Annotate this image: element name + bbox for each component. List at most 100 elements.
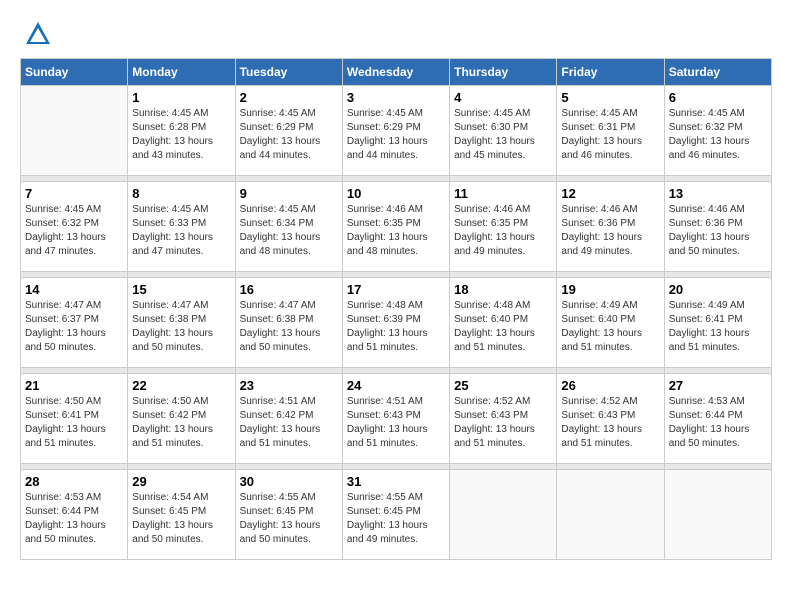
day-of-week-header: Friday bbox=[557, 59, 664, 86]
day-sun-info: Sunrise: 4:45 AMSunset: 6:33 PMDaylight:… bbox=[132, 203, 230, 259]
day-sun-info: Sunrise: 4:50 AMSunset: 6:41 PMDaylight:… bbox=[25, 395, 123, 451]
day-sun-info: Sunrise: 4:50 AMSunset: 6:42 PMDaylight:… bbox=[132, 395, 230, 451]
day-sun-info: Sunrise: 4:46 AMSunset: 6:36 PMDaylight:… bbox=[669, 203, 767, 259]
page-header bbox=[20, 20, 772, 48]
calendar-day-cell: 12 Sunrise: 4:46 AMSunset: 6:36 PMDayligh… bbox=[557, 182, 664, 272]
calendar-day-cell: 2 Sunrise: 4:45 AMSunset: 6:29 PMDaylight… bbox=[235, 86, 342, 176]
calendar-day-cell: 30 Sunrise: 4:55 AMSunset: 6:45 PMDayligh… bbox=[235, 470, 342, 560]
day-sun-info: Sunrise: 4:48 AMSunset: 6:39 PMDaylight:… bbox=[347, 299, 445, 355]
calendar-day-cell: 26 Sunrise: 4:52 AMSunset: 6:43 PMDayligh… bbox=[557, 374, 664, 464]
day-of-week-header: Monday bbox=[128, 59, 235, 86]
day-sun-info: Sunrise: 4:45 AMSunset: 6:28 PMDaylight:… bbox=[132, 107, 230, 163]
day-sun-info: Sunrise: 4:47 AMSunset: 6:38 PMDaylight:… bbox=[132, 299, 230, 355]
day-sun-info: Sunrise: 4:46 AMSunset: 6:35 PMDaylight:… bbox=[454, 203, 552, 259]
day-sun-info: Sunrise: 4:54 AMSunset: 6:45 PMDaylight:… bbox=[132, 491, 230, 547]
day-sun-info: Sunrise: 4:46 AMSunset: 6:35 PMDaylight:… bbox=[347, 203, 445, 259]
day-sun-info: Sunrise: 4:48 AMSunset: 6:40 PMDaylight:… bbox=[454, 299, 552, 355]
day-sun-info: Sunrise: 4:55 AMSunset: 6:45 PMDaylight:… bbox=[347, 491, 445, 547]
logo bbox=[20, 20, 52, 48]
day-sun-info: Sunrise: 4:45 AMSunset: 6:29 PMDaylight:… bbox=[240, 107, 338, 163]
calendar-week-row: 28 Sunrise: 4:53 AMSunset: 6:44 PMDayligh… bbox=[21, 470, 772, 560]
day-of-week-header: Saturday bbox=[664, 59, 771, 86]
day-sun-info: Sunrise: 4:45 AMSunset: 6:31 PMDaylight:… bbox=[561, 107, 659, 163]
day-number: 12 bbox=[561, 186, 659, 201]
calendar-day-cell: 22 Sunrise: 4:50 AMSunset: 6:42 PMDayligh… bbox=[128, 374, 235, 464]
day-sun-info: Sunrise: 4:45 AMSunset: 6:30 PMDaylight:… bbox=[454, 107, 552, 163]
calendar-day-cell: 17 Sunrise: 4:48 AMSunset: 6:39 PMDayligh… bbox=[342, 278, 449, 368]
day-sun-info: Sunrise: 4:55 AMSunset: 6:45 PMDaylight:… bbox=[240, 491, 338, 547]
day-sun-info: Sunrise: 4:53 AMSunset: 6:44 PMDaylight:… bbox=[25, 491, 123, 547]
day-sun-info: Sunrise: 4:51 AMSunset: 6:43 PMDaylight:… bbox=[347, 395, 445, 451]
day-of-week-header: Sunday bbox=[21, 59, 128, 86]
day-number: 19 bbox=[561, 282, 659, 297]
calendar-day-cell: 18 Sunrise: 4:48 AMSunset: 6:40 PMDayligh… bbox=[450, 278, 557, 368]
calendar-day-cell: 28 Sunrise: 4:53 AMSunset: 6:44 PMDayligh… bbox=[21, 470, 128, 560]
day-number: 30 bbox=[240, 474, 338, 489]
calendar-day-cell: 9Sunrise: 4:45 AMSunset: 6:34 PMDaylight… bbox=[235, 182, 342, 272]
day-number: 24 bbox=[347, 378, 445, 393]
calendar-day-cell: 20 Sunrise: 4:49 AMSunset: 6:41 PMDayligh… bbox=[664, 278, 771, 368]
day-number: 23 bbox=[240, 378, 338, 393]
calendar-day-cell: 1Sunrise: 4:45 AMSunset: 6:28 PMDaylight… bbox=[128, 86, 235, 176]
calendar-day-cell: 16Sunrise: 4:47 AMSunset: 6:38 PMDayligh… bbox=[235, 278, 342, 368]
calendar-day-cell bbox=[664, 470, 771, 560]
calendar-day-cell: 5Sunrise: 4:45 AMSunset: 6:31 PMDaylight… bbox=[557, 86, 664, 176]
day-number: 8 bbox=[132, 186, 230, 201]
day-sun-info: Sunrise: 4:47 AMSunset: 6:38 PMDaylight:… bbox=[240, 299, 338, 355]
calendar-day-cell: 7Sunrise: 4:45 AMSunset: 6:32 PMDaylight… bbox=[21, 182, 128, 272]
day-sun-info: Sunrise: 4:47 AMSunset: 6:37 PMDaylight:… bbox=[25, 299, 123, 355]
day-number: 22 bbox=[132, 378, 230, 393]
calendar-day-cell bbox=[21, 86, 128, 176]
day-number: 28 bbox=[25, 474, 123, 489]
calendar-header-row: SundayMondayTuesdayWednesdayThursdayFrid… bbox=[21, 59, 772, 86]
day-sun-info: Sunrise: 4:45 AMSunset: 6:32 PMDaylight:… bbox=[25, 203, 123, 259]
calendar-day-cell: 11 Sunrise: 4:46 AMSunset: 6:35 PMDayligh… bbox=[450, 182, 557, 272]
calendar-week-row: 14Sunrise: 4:47 AMSunset: 6:37 PMDayligh… bbox=[21, 278, 772, 368]
calendar-week-row: 21Sunrise: 4:50 AMSunset: 6:41 PMDayligh… bbox=[21, 374, 772, 464]
day-sun-info: Sunrise: 4:45 AMSunset: 6:29 PMDaylight:… bbox=[347, 107, 445, 163]
day-number: 2 bbox=[240, 90, 338, 105]
day-sun-info: Sunrise: 4:45 AMSunset: 6:34 PMDaylight:… bbox=[240, 203, 338, 259]
day-number: 11 bbox=[454, 186, 552, 201]
calendar-day-cell: 25Sunrise: 4:52 AMSunset: 6:43 PMDayligh… bbox=[450, 374, 557, 464]
calendar-day-cell: 19 Sunrise: 4:49 AMSunset: 6:40 PMDayligh… bbox=[557, 278, 664, 368]
day-sun-info: Sunrise: 4:49 AMSunset: 6:40 PMDaylight:… bbox=[561, 299, 659, 355]
day-number: 3 bbox=[347, 90, 445, 105]
calendar-day-cell: 31 Sunrise: 4:55 AMSunset: 6:45 PMDayligh… bbox=[342, 470, 449, 560]
day-number: 31 bbox=[347, 474, 445, 489]
calendar-day-cell: 23 Sunrise: 4:51 AMSunset: 6:42 PMDayligh… bbox=[235, 374, 342, 464]
day-sun-info: Sunrise: 4:45 AMSunset: 6:32 PMDaylight:… bbox=[669, 107, 767, 163]
day-sun-info: Sunrise: 4:52 AMSunset: 6:43 PMDaylight:… bbox=[454, 395, 552, 451]
calendar-week-row: 7Sunrise: 4:45 AMSunset: 6:32 PMDaylight… bbox=[21, 182, 772, 272]
day-sun-info: Sunrise: 4:52 AMSunset: 6:43 PMDaylight:… bbox=[561, 395, 659, 451]
day-number: 27 bbox=[669, 378, 767, 393]
calendar-day-cell: 6 Sunrise: 4:45 AMSunset: 6:32 PMDaylight… bbox=[664, 86, 771, 176]
calendar-day-cell: 3 Sunrise: 4:45 AMSunset: 6:29 PMDaylight… bbox=[342, 86, 449, 176]
calendar-day-cell: 27 Sunrise: 4:53 AMSunset: 6:44 PMDayligh… bbox=[664, 374, 771, 464]
day-sun-info: Sunrise: 4:49 AMSunset: 6:41 PMDaylight:… bbox=[669, 299, 767, 355]
calendar-day-cell: 21Sunrise: 4:50 AMSunset: 6:41 PMDayligh… bbox=[21, 374, 128, 464]
day-number: 18 bbox=[454, 282, 552, 297]
logo-icon bbox=[24, 20, 52, 48]
day-number: 17 bbox=[347, 282, 445, 297]
calendar-table: SundayMondayTuesdayWednesdayThursdayFrid… bbox=[20, 58, 772, 560]
day-number: 15 bbox=[132, 282, 230, 297]
day-number: 26 bbox=[561, 378, 659, 393]
day-number: 4 bbox=[454, 90, 552, 105]
day-of-week-header: Thursday bbox=[450, 59, 557, 86]
calendar-day-cell: 14Sunrise: 4:47 AMSunset: 6:37 PMDayligh… bbox=[21, 278, 128, 368]
calendar-week-row: 1Sunrise: 4:45 AMSunset: 6:28 PMDaylight… bbox=[21, 86, 772, 176]
day-of-week-header: Wednesday bbox=[342, 59, 449, 86]
calendar-day-cell: 15 Sunrise: 4:47 AMSunset: 6:38 PMDayligh… bbox=[128, 278, 235, 368]
calendar-day-cell bbox=[557, 470, 664, 560]
day-sun-info: Sunrise: 4:53 AMSunset: 6:44 PMDaylight:… bbox=[669, 395, 767, 451]
day-sun-info: Sunrise: 4:51 AMSunset: 6:42 PMDaylight:… bbox=[240, 395, 338, 451]
day-number: 6 bbox=[669, 90, 767, 105]
day-number: 10 bbox=[347, 186, 445, 201]
calendar-day-cell: 8 Sunrise: 4:45 AMSunset: 6:33 PMDaylight… bbox=[128, 182, 235, 272]
day-of-week-header: Tuesday bbox=[235, 59, 342, 86]
calendar-day-cell: 4 Sunrise: 4:45 AMSunset: 6:30 PMDaylight… bbox=[450, 86, 557, 176]
calendar-day-cell: 13Sunrise: 4:46 AMSunset: 6:36 PMDayligh… bbox=[664, 182, 771, 272]
day-sun-info: Sunrise: 4:46 AMSunset: 6:36 PMDaylight:… bbox=[561, 203, 659, 259]
day-number: 20 bbox=[669, 282, 767, 297]
